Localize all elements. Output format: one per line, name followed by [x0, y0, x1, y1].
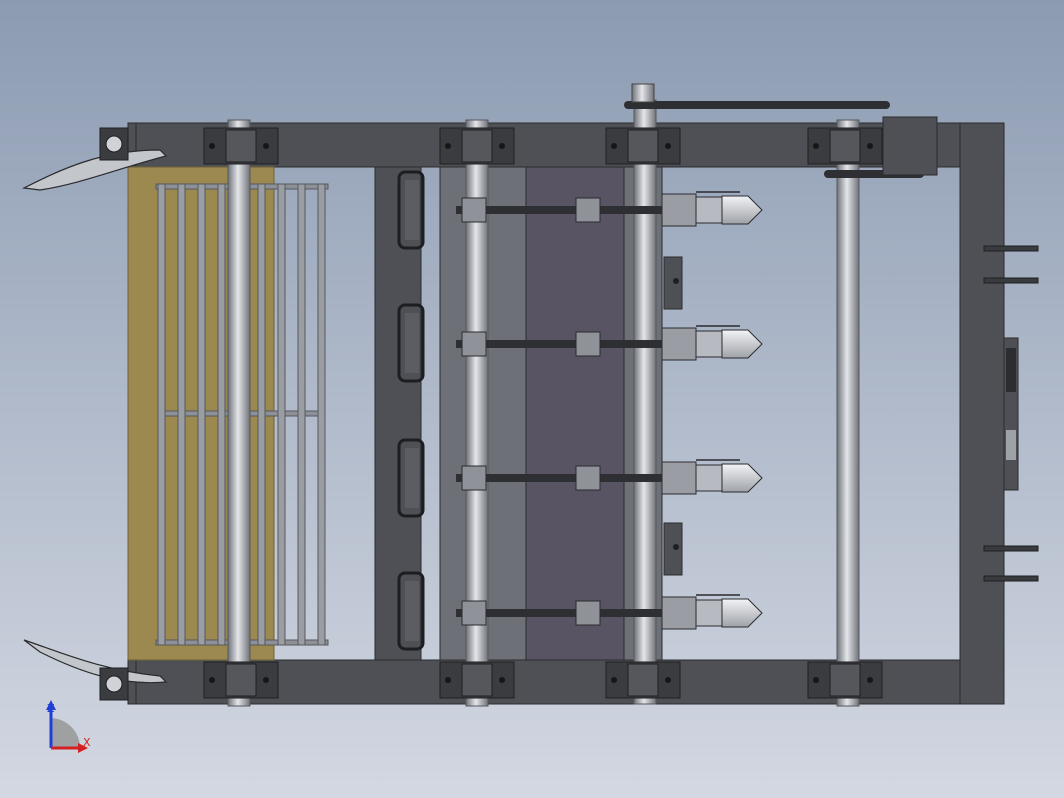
bearing-bolt	[867, 677, 873, 683]
bearing-bolt	[665, 143, 671, 149]
cutter-chain	[456, 340, 666, 348]
chain-block	[575, 197, 601, 223]
bearing-bolt	[209, 677, 215, 683]
cutter-clamp	[695, 464, 723, 492]
triad-x-label: X	[83, 736, 91, 749]
right-pin	[983, 245, 1039, 252]
bearing-bolt	[263, 677, 269, 683]
guard-handle-grip	[405, 313, 419, 373]
right-pin	[983, 575, 1039, 582]
right-mount-inset	[1006, 348, 1016, 392]
chain-block	[575, 600, 601, 626]
drive-shaft	[836, 119, 860, 707]
bracket-bolt	[673, 278, 679, 284]
bearing-bolt	[445, 677, 451, 683]
guard-handle-grip	[405, 448, 419, 508]
side-bracket-lower[interactable]	[663, 522, 683, 576]
bearing-housing	[225, 129, 257, 163]
bearing-bolt	[611, 677, 617, 683]
grate-bar	[277, 183, 286, 646]
bracket-bolt	[673, 544, 679, 550]
cutter-holder	[661, 327, 697, 361]
drive-sprocket-hub[interactable]	[631, 83, 655, 103]
chain-block	[461, 331, 487, 357]
triad-z-label: Z	[47, 702, 55, 715]
bearing-housing	[461, 129, 493, 163]
bearing-bolt	[499, 143, 505, 149]
frame-rail-right[interactable]	[959, 122, 1005, 705]
conveyor-belt[interactable]	[525, 166, 625, 661]
cad-viewport[interactable]: Z X	[0, 0, 1064, 798]
cutter-chain	[456, 474, 666, 482]
hitch-pivot-top	[105, 135, 123, 153]
bearing-bolt	[813, 143, 819, 149]
grate-bar	[177, 183, 186, 646]
bearing-bolt	[867, 143, 873, 149]
bearing-bolt	[263, 143, 269, 149]
bearing-bolt	[611, 143, 617, 149]
cutter-chain	[456, 206, 666, 214]
bearing-bolt	[499, 677, 505, 683]
right-pin	[983, 545, 1039, 552]
right-pin	[983, 277, 1039, 284]
cutter-clamp	[695, 330, 723, 358]
chain-block	[461, 600, 487, 626]
bearing-housing	[225, 663, 257, 697]
grate-bar	[157, 183, 166, 646]
side-bracket-upper[interactable]	[663, 256, 683, 310]
assembly-top-view[interactable]: Z X	[0, 0, 1064, 798]
chain-block	[575, 465, 601, 491]
bearing-housing	[829, 663, 861, 697]
cutter-clamp	[695, 196, 723, 224]
guard-handle-grip	[405, 180, 419, 240]
cutter-chain	[456, 609, 666, 617]
bearing-bolt	[209, 143, 215, 149]
chain-block	[575, 331, 601, 357]
chain-tensioner-housing[interactable]	[882, 116, 938, 176]
bearing-bolt	[813, 677, 819, 683]
bearing-housing	[461, 663, 493, 697]
bearing-bolt	[665, 677, 671, 683]
bearing-bolt	[445, 143, 451, 149]
grate-bar	[257, 183, 266, 646]
drive-shaft	[227, 119, 251, 707]
cutter-holder	[661, 461, 697, 495]
guard-handle-grip	[405, 581, 419, 641]
bearing-housing	[627, 129, 659, 163]
side-guard-plate[interactable]	[374, 166, 425, 661]
right-mount-window	[1006, 430, 1016, 460]
bearing-housing	[829, 129, 861, 163]
grate-bar	[217, 183, 226, 646]
chain-block	[461, 465, 487, 491]
cutter-holder	[661, 193, 697, 227]
grate-bar	[317, 183, 326, 646]
bearing-housing	[627, 663, 659, 697]
chain-block	[461, 197, 487, 223]
cutter-holder	[661, 596, 697, 630]
chain-upper-run[interactable]	[624, 101, 890, 109]
cutter-clamp	[695, 599, 723, 627]
right-side-fittings[interactable]	[1003, 337, 1019, 491]
hitch-pivot-bottom	[105, 675, 123, 693]
grate-bar	[297, 183, 306, 646]
grate-bar	[197, 183, 206, 646]
